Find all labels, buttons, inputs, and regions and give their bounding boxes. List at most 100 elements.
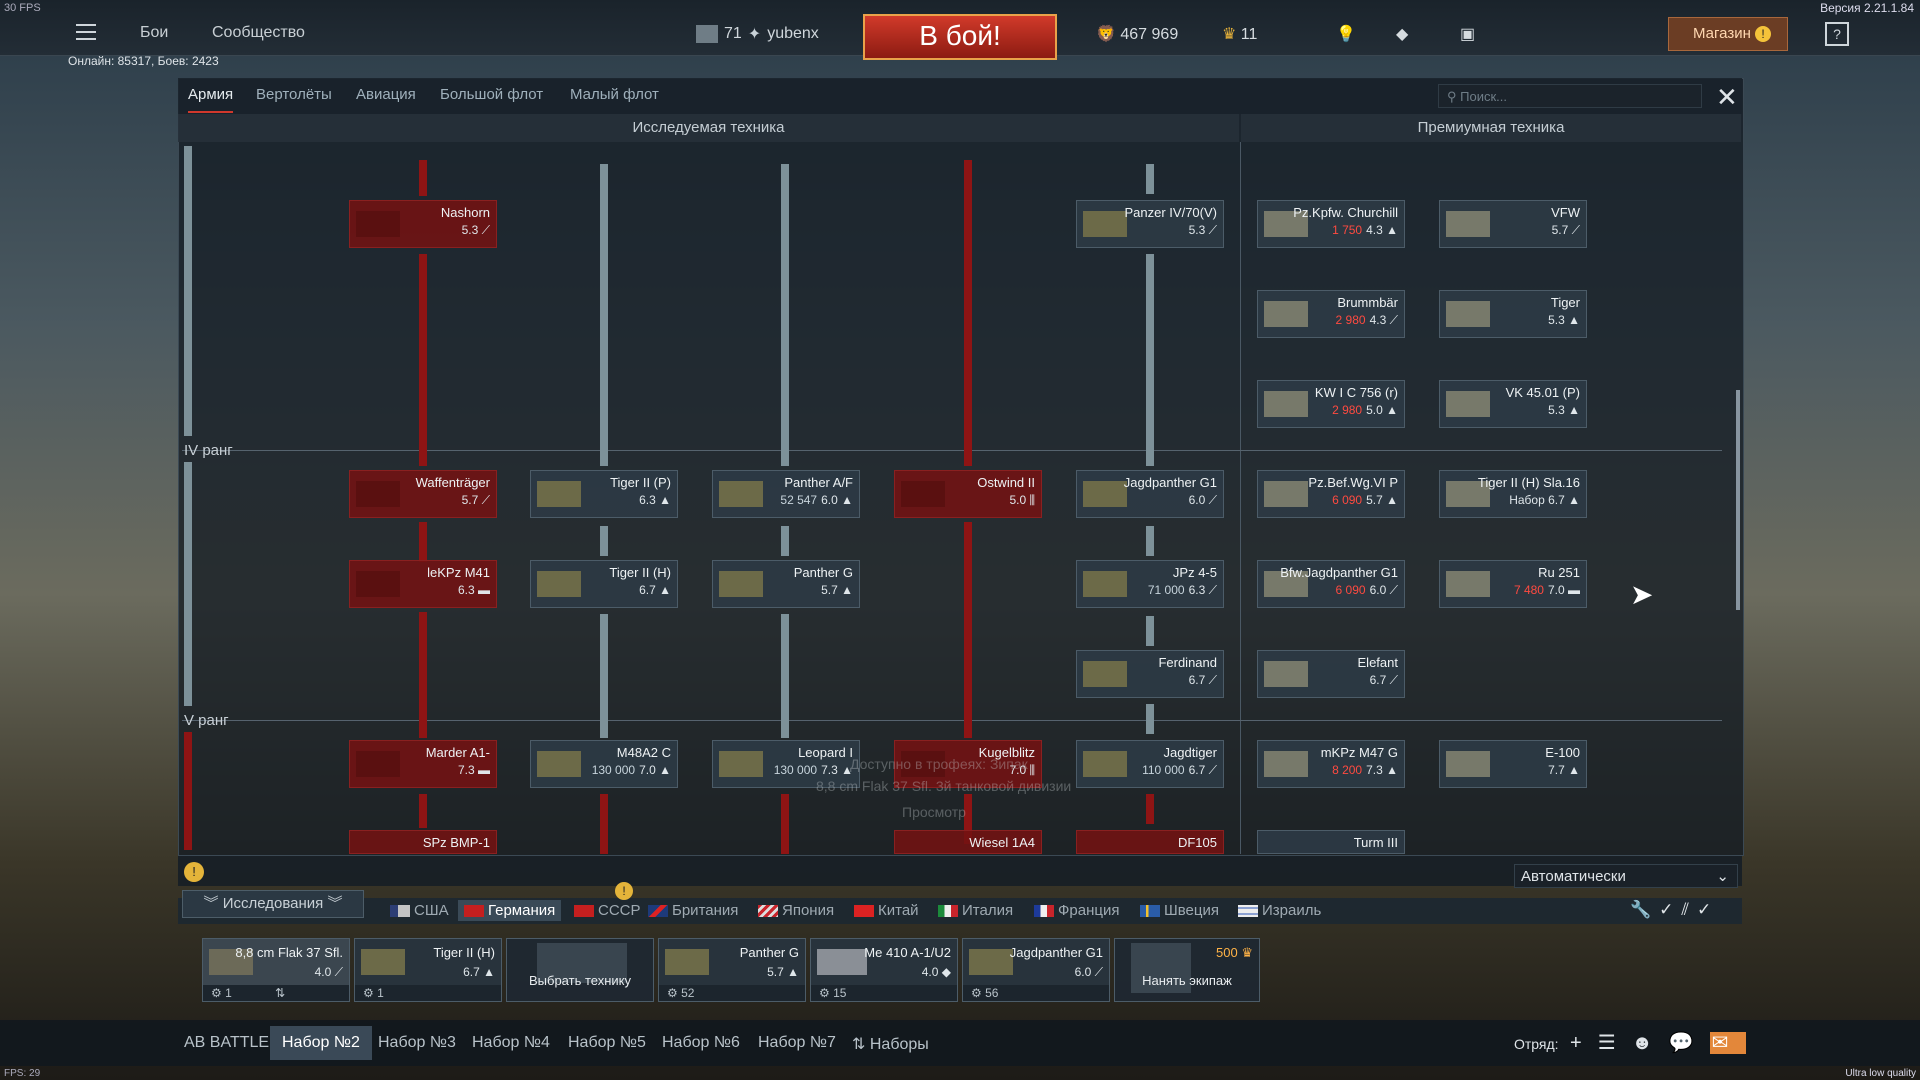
tab-aviation[interactable]: Авиация xyxy=(356,86,416,103)
tab-coastal-fleet[interactable]: Малый флот xyxy=(570,86,659,103)
wrench-icon[interactable]: 🔧 xyxy=(1630,900,1659,919)
vehicle-card[interactable]: Panther A/F 52 547 6.0 ▲ xyxy=(712,470,860,518)
vehicle-card[interactable]: Marder A1- 7.3 ▬ xyxy=(349,740,497,788)
premium-vehicle-card[interactable]: Ru 251 7 480 7.0 ▬ xyxy=(1439,560,1587,608)
tree-connector xyxy=(600,164,608,466)
menu-icon[interactable] xyxy=(76,24,96,40)
player-profile[interactable]: 71 ✦ yubenx xyxy=(696,24,819,44)
china-flag-icon xyxy=(854,904,874,917)
vehicle-card[interactable]: Ostwind II 5.0 ⫼ xyxy=(894,470,1042,518)
vehicle-card[interactable]: M48A2 C 130 000 7.0 ▲ xyxy=(530,740,678,788)
nation-tab-japan[interactable]: Япония xyxy=(758,902,834,919)
crew-slot-empty[interactable]: Выбрать технику xyxy=(506,938,654,1002)
nation-tab-sweden[interactable]: Швеция xyxy=(1140,902,1219,919)
preset-6[interactable]: Набор №6 xyxy=(662,1034,740,1052)
vehicle-card[interactable]: Waffenträger 5.7 ⟋ xyxy=(349,470,497,518)
plus-icon[interactable]: + xyxy=(1570,1032,1598,1054)
preset-ab-battles[interactable]: AB BATTLES xyxy=(184,1034,280,1052)
tree-connector xyxy=(1146,616,1154,646)
premium-vehicle-card[interactable]: Pz.Kpfw. Churchill 1 750 4.3 ▲ xyxy=(1257,200,1405,248)
crew-slot[interactable]: Panther G 5.7 ▲ ⚙ 52 xyxy=(658,938,806,1002)
premium-vehicle-card[interactable]: Bfw.Jagdpanther G1 6 090 6.0 ⟋ xyxy=(1257,560,1405,608)
researched-header: Исследуемая техника xyxy=(178,114,1239,142)
nation-tab-usa[interactable]: США xyxy=(390,902,449,919)
research-toggle-button[interactable]: ︾ Исследования ︾ xyxy=(182,890,364,918)
premium-vehicle-card[interactable]: Turm III xyxy=(1257,830,1405,854)
vehicle-card[interactable]: Ferdinand 6.7 ⟋ xyxy=(1076,650,1224,698)
community-link[interactable]: Сообщество xyxy=(212,24,305,42)
tab-helicopters[interactable]: Вертолёты xyxy=(256,86,332,103)
tree-connector xyxy=(781,614,789,738)
nation-tab-israel[interactable]: Израиль xyxy=(1238,902,1321,919)
premium-vehicle-card[interactable]: Brummbär 2 980 4.3 ⟋ xyxy=(1257,290,1405,338)
close-icon[interactable]: ✕ xyxy=(1716,82,1738,113)
swap-icon[interactable]: ⇅ xyxy=(275,986,285,1000)
tab-bluewater-fleet[interactable]: Большой флот xyxy=(440,86,543,103)
vehicle-card[interactable]: SPz BMP-1 xyxy=(349,830,497,854)
ammo-icon[interactable]: ⫽ xyxy=(1681,900,1697,919)
vehicle-card[interactable]: Tiger II (P) 6.3 ▲ xyxy=(530,470,678,518)
battles-link[interactable]: Бои xyxy=(140,24,168,42)
nation-tab-britain[interactable]: Британия xyxy=(648,902,738,919)
tree-connector xyxy=(419,254,427,466)
hire-crew-slot[interactable]: 500 ♛ Нанять экипаж xyxy=(1114,938,1260,1002)
crew-slot[interactable]: Me 410 A-1/U2 4.0 ◆ ⚙ 15 xyxy=(810,938,958,1002)
preset-4[interactable]: Набор №4 xyxy=(472,1034,550,1052)
tree-connector xyxy=(1146,164,1154,194)
premium-vehicle-card[interactable]: VFW 5.7 ⟋ xyxy=(1439,200,1587,248)
crew-slot[interactable]: 8,8 cm Flak 37 Sfl. 4.0 ⟋ ⚙ 1 ⇅ xyxy=(202,938,350,1002)
nation-tab-france[interactable]: Франция xyxy=(1034,902,1119,919)
crew-slot[interactable]: Jagdpanther G1 6.0 ⟋ ⚙ 56 xyxy=(962,938,1110,1002)
checkmark-icon[interactable]: ✓ xyxy=(1697,900,1719,919)
checkmark-icon[interactable]: ✓ xyxy=(1659,900,1681,919)
premium-vehicle-card[interactable]: Pz.Bef.Wg.VI P6 090 5.7 ▲ xyxy=(1257,470,1405,518)
vehicle-card[interactable]: Wiesel 1A4 xyxy=(894,830,1042,854)
vehicle-card[interactable]: Panzer IV/70(V) 5.3 ⟋ xyxy=(1076,200,1224,248)
vehicle-card[interactable]: JPz 4-5 71 000 6.3 ⟋ xyxy=(1076,560,1224,608)
decal-icon[interactable]: ◆ xyxy=(1396,24,1408,44)
tank-icon xyxy=(1264,661,1308,687)
mail-icon[interactable]: ✉ xyxy=(1709,1032,1747,1054)
vehicle-card[interactable]: Jagdpanther G1 6.0 ⟋ xyxy=(1076,470,1224,518)
preset-5[interactable]: Набор №5 xyxy=(568,1034,646,1052)
version-label: Версия 2.21.1.84 xyxy=(1820,1,1914,15)
preset-3[interactable]: Набор №3 xyxy=(378,1034,456,1052)
rank-progress-line xyxy=(184,732,192,850)
help-icon[interactable]: ? xyxy=(1825,22,1849,46)
shop-button[interactable]: Магазин ! xyxy=(1668,17,1788,51)
nation-tab-italy[interactable]: Италия xyxy=(938,902,1013,919)
premium-vehicle-card[interactable]: mKPz M47 G8 200 7.3 ▲ xyxy=(1257,740,1405,788)
premium-vehicle-card[interactable]: VK 45.01 (P) 5.3 ▲ xyxy=(1439,380,1587,428)
research-alert-icon[interactable]: ! xyxy=(184,862,204,882)
tree-scrollbar[interactable] xyxy=(1736,390,1740,610)
premium-vehicle-card[interactable]: E-100 7.7 ▲ xyxy=(1439,740,1587,788)
section-divider xyxy=(1240,142,1241,854)
vehicle-card[interactable]: Jagdtiger 110 000 6.7 ⟋ xyxy=(1076,740,1224,788)
nation-tab-ussr[interactable]: СССР xyxy=(574,902,641,919)
research-mode-select[interactable]: Автоматически ⌄ xyxy=(1514,864,1738,888)
preset-7[interactable]: Набор №7 xyxy=(758,1034,836,1052)
list-icon[interactable]: ☰ xyxy=(1598,1032,1632,1054)
lightbulb-icon[interactable]: 💡 xyxy=(1336,24,1356,44)
premium-vehicle-card[interactable]: KW I C 756 (r) 2 980 5.0 ▲ xyxy=(1257,380,1405,428)
presets-menu[interactable]: ⇅ Наборы xyxy=(852,1034,929,1054)
premium-vehicle-card[interactable]: Tiger II (H) Sla.16 Набор 6.7 ▲ xyxy=(1439,470,1587,518)
coupon-icon[interactable]: ▣ xyxy=(1460,24,1475,44)
preset-2[interactable]: Набор №2 xyxy=(270,1026,372,1060)
nation-tab-china[interactable]: Китай xyxy=(854,902,919,919)
vehicle-card[interactable]: Panther G 5.7 ▲ xyxy=(712,560,860,608)
search-input[interactable]: ⚲ Поиск... xyxy=(1438,84,1702,108)
vehicle-card[interactable]: Tiger II (H) 6.7 ▲ xyxy=(530,560,678,608)
friends-icon[interactable]: ☻ xyxy=(1632,1032,1669,1054)
repair-controls[interactable]: 🔧✓⫽✓ xyxy=(1630,900,1719,920)
vehicle-card[interactable]: leKPz M41 6.3 ▬ xyxy=(349,560,497,608)
to-battle-button[interactable]: В бой! xyxy=(863,14,1057,60)
nation-tab-germany[interactable]: Германия xyxy=(458,900,562,921)
crew-slot[interactable]: Tiger II (H) 6.7 ▲ ⚙ 1 xyxy=(354,938,502,1002)
premium-vehicle-card[interactable]: Elefant 6.7 ⟋ xyxy=(1257,650,1405,698)
premium-vehicle-card[interactable]: Tiger 5.3 ▲ xyxy=(1439,290,1587,338)
vehicle-card[interactable]: DF105 xyxy=(1076,830,1224,854)
tab-army[interactable]: Армия xyxy=(188,86,234,113)
chat-icon[interactable]: 💬 xyxy=(1669,1032,1710,1054)
vehicle-card[interactable]: Nashorn 5.3 ⟋ xyxy=(349,200,497,248)
